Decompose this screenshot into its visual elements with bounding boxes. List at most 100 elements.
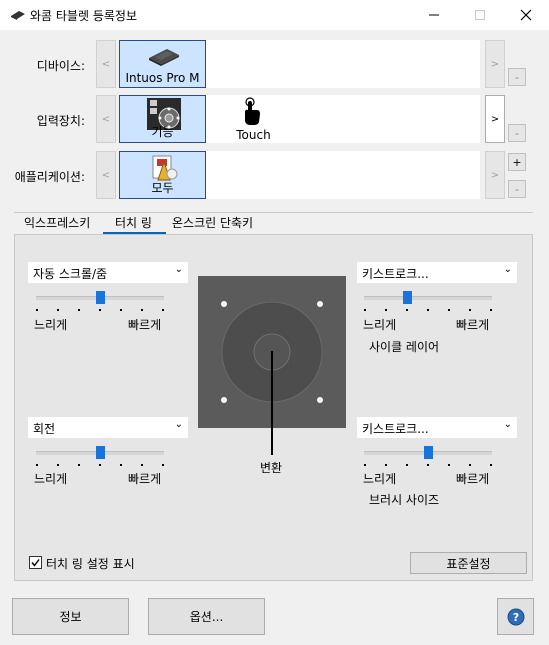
tab-onscreen-shortcuts-label: 온스크린 단축키 <box>172 216 254 230</box>
title-bar: 와콤 타블렛 등록정보 <box>0 0 549 30</box>
slider-tick <box>406 309 408 311</box>
touch-hand-icon <box>245 97 260 125</box>
slider-tick <box>57 464 59 466</box>
minimize-icon <box>429 14 439 16</box>
app-add-button[interactable]: + <box>508 153 526 171</box>
input-scroll-left-button: < <box>96 95 116 143</box>
slider-tick <box>490 464 492 466</box>
tablet-icon <box>11 11 25 20</box>
ring-bottom-right-fast-label: 빠르게 <box>456 472 490 486</box>
tab-express-keys[interactable]: 익스프레스키 <box>24 214 90 234</box>
tabs-top-divider <box>14 212 533 213</box>
slider-tick <box>141 309 143 311</box>
device-left-arrow: < <box>101 58 111 70</box>
slider-thumb[interactable] <box>403 291 412 304</box>
slider-tick <box>57 309 59 311</box>
ring-bottom-left-dropdown[interactable]: 회전 ⌄ <box>28 417 188 438</box>
ring-top-right-value: 키스트로크... <box>362 267 429 281</box>
maximize-button <box>457 0 503 30</box>
app-tile-label: 모두 <box>151 181 174 195</box>
slider-thumb[interactable] <box>96 291 105 304</box>
help-icon: ? <box>507 608 524 625</box>
tablet-device-icon <box>149 49 179 66</box>
input-remove-button: - <box>508 124 526 142</box>
chevron-down-icon: ⌄ <box>503 419 512 430</box>
app-left-arrow: < <box>101 169 111 181</box>
device-right-arrow: > <box>490 58 500 70</box>
touch-tile-label: Touch <box>236 128 271 142</box>
slider-tick <box>490 309 492 311</box>
minimize-button[interactable] <box>411 0 457 30</box>
device-remove-button: - <box>508 68 526 86</box>
ring-bottom-left-fast-label: 빠르게 <box>128 472 162 486</box>
tab-express-keys-label: 익스프레스키 <box>24 216 91 230</box>
app-tile-all[interactable]: 모두 <box>119 151 206 199</box>
slider-tick <box>448 309 450 311</box>
tab-onscreen-shortcuts[interactable]: 온스크린 단축키 <box>172 214 253 234</box>
app-row-label: 애플리케이션: <box>14 170 85 184</box>
slider-tick <box>99 464 101 466</box>
device-row-label: 디바이스: <box>36 59 85 73</box>
slider-tick <box>141 464 143 466</box>
app-remove-label: - <box>515 182 519 196</box>
slider-tick <box>120 309 122 311</box>
slider-thumb[interactable] <box>96 446 105 459</box>
chevron-down-icon: ⌄ <box>174 264 183 275</box>
ring-bottom-right-caption: 브러시 사이즈 <box>369 493 440 507</box>
ring-center-pointer-line <box>271 351 273 455</box>
close-button[interactable] <box>503 0 549 30</box>
ring-top-right-caption: 사이클 레이어 <box>369 340 440 354</box>
ring-top-right-slow-label: 느리게 <box>363 318 397 332</box>
slider-tick <box>385 309 387 311</box>
show-settings-label: 터치 링 설정 표시 <box>46 557 135 571</box>
about-button-label: 정보 <box>59 610 82 624</box>
slider-thumb[interactable] <box>424 446 433 459</box>
window-title: 와콤 타블렛 등록정보 <box>30 9 137 23</box>
device-scroll-right-button: > <box>485 40 505 88</box>
checkmark-icon <box>31 559 40 567</box>
slider-tick <box>427 464 429 466</box>
slider-track <box>364 296 492 300</box>
about-button[interactable]: 정보 <box>12 598 129 635</box>
input-tile-label: 기능 <box>151 125 174 139</box>
ring-top-left-dropdown[interactable]: 자동 스크롤/줌 ⌄ <box>28 262 188 283</box>
slider-tick <box>120 464 122 466</box>
ring-top-left-slow-label: 느리게 <box>34 318 68 332</box>
options-button[interactable]: 옵션... <box>148 598 265 635</box>
default-settings-label: 표준설정 <box>446 556 491 571</box>
ring-top-left-fast-label: 빠르게 <box>128 318 162 332</box>
app-right-arrow: > <box>490 169 500 181</box>
default-settings-button[interactable]: 표준설정 <box>410 552 527 574</box>
show-settings-checkbox[interactable] <box>29 556 42 569</box>
tab-touch-ring-label: 터치 링 <box>115 216 152 230</box>
input-tile-touch[interactable]: Touch <box>207 95 300 143</box>
ring-bottom-left-value: 회전 <box>33 422 56 436</box>
slider-tick <box>427 309 429 311</box>
slider-tick <box>36 464 38 466</box>
slider-tick <box>469 464 471 466</box>
ring-bottom-right-dropdown[interactable]: 키스트로크... ⌄ <box>357 417 517 438</box>
slider-tick <box>36 309 38 311</box>
slider-tick <box>469 309 471 311</box>
slider-tick <box>364 464 366 466</box>
ring-center-label: 변환 <box>260 461 283 475</box>
help-button[interactable]: ? <box>497 598 534 635</box>
ring-bottom-right-value: 키스트로크... <box>362 422 429 436</box>
input-tile-functions[interactable]: 기능 <box>119 95 206 143</box>
slider-tick <box>99 309 101 311</box>
options-button-label: 옵션... <box>189 610 224 624</box>
help-icon-glyph: ? <box>512 611 518 624</box>
slider-tick <box>406 464 408 466</box>
ring-top-right-dropdown[interactable]: 키스트로크... ⌄ <box>357 262 517 283</box>
chevron-down-icon: ⌄ <box>503 264 512 275</box>
slider-tick <box>162 309 164 311</box>
ring-top-right-fast-label: 빠르게 <box>456 318 490 332</box>
input-scroll-right-button[interactable]: > <box>485 95 505 143</box>
app-add-label: + <box>512 155 522 169</box>
input-row-label: 입력장치: <box>36 114 85 128</box>
device-remove-label: - <box>515 70 519 84</box>
device-tile-intuos[interactable]: Intuos Pro M <box>119 40 206 88</box>
tab-touch-ring[interactable]: 터치 링 <box>115 214 152 234</box>
maximize-icon <box>475 10 485 20</box>
device-tile-label: Intuos Pro M <box>125 71 200 85</box>
